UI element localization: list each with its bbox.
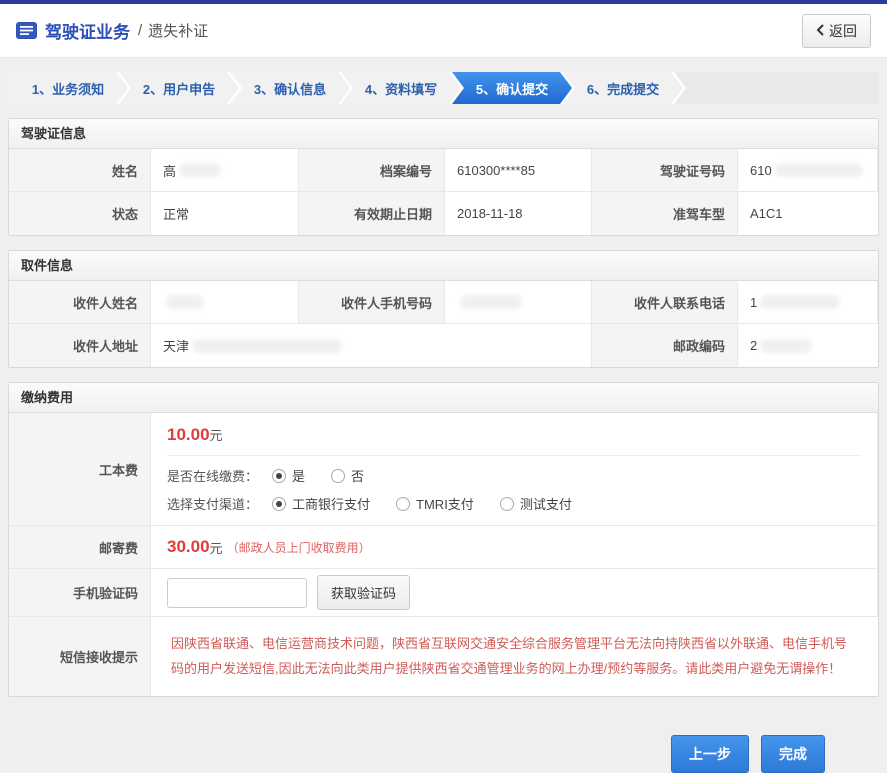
redaction-blur — [760, 339, 812, 353]
sms-code-cell: 获取验证码 — [151, 569, 878, 617]
radio-online-yes[interactable]: 是 — [272, 466, 305, 485]
pickup-info-title: 取件信息 — [9, 251, 878, 281]
sms-notice-cell: 因陕西省联通、电信运营商技术问题，陕西省互联网交通安全综合服务管理平台无法向持陕… — [151, 617, 878, 696]
get-code-button[interactable]: 获取验证码 — [317, 575, 410, 610]
vehicle-class-label: 准驾车型 — [592, 192, 738, 235]
back-button-label: 返回 — [829, 21, 857, 41]
radio-channel-test[interactable]: 测试支付 — [500, 494, 572, 513]
form-list-icon — [16, 22, 37, 39]
radio-channel-tmri-label: TMRI支付 — [416, 494, 474, 513]
recipient-address-value: 天津 — [151, 324, 592, 367]
recipient-name-value — [151, 281, 299, 324]
sms-notice-text: 因陕西省联通、电信运营商技术问题，陕西省互联网交通安全综合服务管理平台无法向持陕… — [167, 627, 862, 686]
recipient-name-label: 收件人姓名 — [9, 281, 151, 324]
postage-fee-note: （邮政人员上门收取费用） — [227, 539, 371, 556]
redaction-blur — [192, 339, 342, 353]
redaction-blur — [775, 163, 863, 177]
finish-button[interactable]: 完成 — [761, 735, 825, 773]
pay-channel-question: 选择支付渠道： — [167, 494, 258, 513]
previous-step-button[interactable]: 上一步 — [671, 735, 749, 773]
step-1-business-notice[interactable]: 1、业务须知 — [8, 72, 128, 104]
vehicle-class-value: A1C1 — [738, 192, 878, 235]
postal-code-label: 邮政编码 — [592, 324, 738, 367]
recipient-address-label: 收件人地址 — [9, 324, 151, 367]
license-info-title: 驾驶证信息 — [9, 119, 878, 149]
redaction-blur — [166, 295, 204, 309]
file-number-value: 610300****85 — [445, 149, 592, 192]
license-info-panel: 驾驶证信息 姓名 高 档案编号 610300****85 驾驶证号码 610 状… — [8, 118, 879, 236]
name-value: 高 — [151, 149, 299, 192]
step-5-confirm-submit[interactable]: 5、确认提交 — [452, 72, 572, 104]
license-number-value: 610 — [738, 149, 878, 192]
page-title: 驾驶证业务 — [45, 18, 130, 43]
sms-code-input[interactable] — [167, 578, 307, 608]
radio-selected-icon — [272, 497, 286, 511]
step-wizard-filler — [674, 72, 879, 104]
currency-unit: 元 — [210, 428, 223, 443]
recipient-mobile-label: 收件人手机号码 — [299, 281, 445, 324]
radio-channel-icbc[interactable]: 工商银行支付 — [272, 494, 370, 513]
redaction-blur — [460, 295, 522, 309]
radio-channel-test-label: 测试支付 — [520, 494, 572, 513]
expiry-date-value: 2018-11-18 — [445, 192, 592, 235]
sms-notice-label: 短信接收提示 — [9, 617, 151, 696]
radio-channel-tmri[interactable]: TMRI支付 — [396, 494, 474, 513]
redaction-blur — [179, 163, 221, 177]
fees-title: 缴纳费用 — [9, 383, 878, 413]
pickup-info-panel: 取件信息 收件人姓名 收件人手机号码 收件人联系电话 1 收件人地址 天津 邮政… — [8, 250, 879, 368]
divider — [167, 455, 861, 456]
recipient-phone-label: 收件人联系电话 — [592, 281, 738, 324]
status-label: 状态 — [9, 192, 151, 235]
step-3-confirm-info[interactable]: 3、确认信息 — [230, 72, 350, 104]
sms-code-label: 手机验证码 — [9, 569, 151, 617]
page-header: 驾驶证业务 / 遗失补证 返回 — [0, 4, 887, 58]
radio-online-yes-label: 是 — [292, 466, 305, 485]
expiry-date-label: 有效期止日期 — [299, 192, 445, 235]
back-button[interactable]: 返回 — [802, 14, 871, 48]
step-4-fill-materials[interactable]: 4、资料填写 — [341, 72, 461, 104]
production-fee-cell: 10.00元 是否在线缴费： 是 否 选择支付渠道： 工商银行支付 — [151, 413, 878, 526]
step-wizard: 1、业务须知 2、用户申告 3、确认信息 4、资料填写 5、确认提交 6、完成提… — [8, 72, 879, 104]
radio-selected-icon — [272, 469, 286, 483]
status-value: 正常 — [151, 192, 299, 235]
chevron-left-icon — [816, 23, 824, 39]
postage-fee-label: 邮寄费 — [9, 526, 151, 569]
fees-panel: 缴纳费用 工本费 10.00元 是否在线缴费： 是 否 选择支付渠道： — [8, 382, 879, 697]
radio-unselected-icon — [331, 469, 345, 483]
postage-fee-amount: 30.00 — [167, 537, 210, 557]
name-label: 姓名 — [9, 149, 151, 192]
radio-unselected-icon — [500, 497, 514, 511]
license-number-label: 驾驶证号码 — [592, 149, 738, 192]
breadcrumb-current: 遗失补证 — [148, 20, 208, 41]
radio-unselected-icon — [396, 497, 410, 511]
step-2-user-declaration[interactable]: 2、用户申告 — [119, 72, 239, 104]
redaction-blur — [760, 295, 840, 309]
file-number-label: 档案编号 — [299, 149, 445, 192]
production-fee-amount: 10.00 — [167, 425, 210, 444]
postage-fee-cell: 30.00元 （邮政人员上门收取费用） — [151, 526, 878, 569]
recipient-mobile-value — [445, 281, 592, 324]
footer-actions: 上一步 完成 — [0, 735, 825, 773]
production-fee-label: 工本费 — [9, 413, 151, 526]
step-6-complete-submit[interactable]: 6、完成提交 — [563, 72, 683, 104]
currency-unit: 元 — [210, 538, 223, 557]
postal-code-value: 2 — [738, 324, 878, 367]
recipient-phone-value: 1 — [738, 281, 878, 324]
radio-online-no[interactable]: 否 — [331, 466, 364, 485]
breadcrumb-separator: / — [138, 22, 142, 39]
radio-channel-icbc-label: 工商银行支付 — [292, 494, 370, 513]
radio-online-no-label: 否 — [351, 466, 364, 485]
online-pay-question: 是否在线缴费： — [167, 466, 258, 485]
